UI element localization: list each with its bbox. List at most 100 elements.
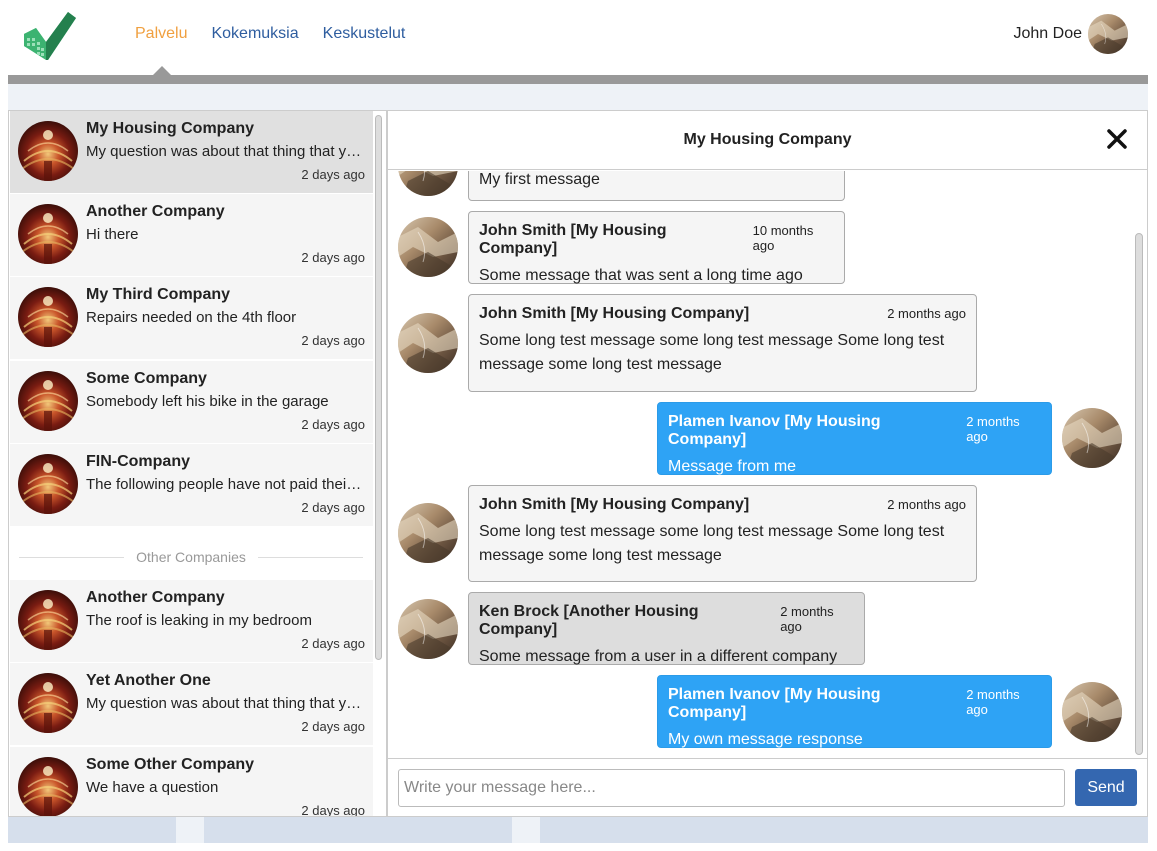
conversation-name: My Housing Company	[86, 120, 255, 137]
conversation-item[interactable]: FIN-Company The following people have no…	[10, 444, 373, 527]
header-bar	[8, 75, 1148, 84]
main-nav: Palvelu Kokemuksia Keskustelut	[135, 25, 429, 43]
my-message-bubble: Plamen Ivanov [My Housing Company] 2 mon…	[657, 675, 1052, 748]
avatar	[18, 204, 78, 264]
avatar	[398, 503, 458, 563]
send-button[interactable]: Send	[1075, 769, 1137, 806]
avatar	[398, 217, 458, 277]
conversation-item[interactable]: Another Company The roof is leaking in m…	[10, 580, 373, 663]
message-bubble: John Smith [My Housing Company] 2 months…	[468, 294, 977, 392]
conversation-name: Some Company	[86, 370, 207, 387]
nav-kokemuksia[interactable]: Kokemuksia	[211, 25, 298, 43]
chat-title: My Housing Company	[683, 131, 852, 148]
conversation-item[interactable]: Some Other Company We have a question 2 …	[10, 747, 373, 817]
message-text: Some long test message some long test me…	[479, 332, 945, 373]
avatar	[18, 454, 78, 514]
conversation-time: 2 days ago	[301, 500, 365, 515]
message-text: My own message response	[668, 731, 863, 748]
conversation-preview: My question was about that thing that yo…	[86, 143, 364, 160]
checkmark-building-logo	[24, 12, 76, 60]
conversation-item[interactable]: Another Company Hi there 2 days ago	[10, 194, 373, 277]
message-time: 10 months ago	[752, 223, 814, 253]
message-scrollbar[interactable]	[1135, 233, 1143, 755]
conversation-item[interactable]: Some Company Somebody left his bike in t…	[10, 361, 373, 444]
user-name: John Doe	[1013, 25, 1083, 42]
nav-keskustelut[interactable]: Keskustelut	[323, 25, 406, 43]
footer-segment	[176, 817, 204, 843]
conversation-time: 2 days ago	[301, 250, 365, 265]
logo[interactable]	[22, 6, 78, 64]
avatar	[398, 599, 458, 659]
chat-header: My Housing Company	[388, 111, 1147, 170]
message-text: Some message from a user in a different …	[479, 648, 838, 665]
footer-band	[8, 817, 1148, 843]
conversation-preview: Hi there	[86, 226, 139, 243]
conversation-name: Another Company	[86, 589, 225, 606]
conversation-time: 2 days ago	[301, 803, 365, 817]
conversation-time: 2 days ago	[301, 719, 365, 734]
avatar[interactable]	[1088, 14, 1128, 54]
avatar	[18, 590, 78, 650]
message-author: John Smith [My Housing Company]	[479, 496, 750, 513]
conversation-preview: Somebody left his bike in the garage	[86, 393, 329, 410]
conversation-item[interactable]: My Housing Company My question was about…	[10, 111, 373, 194]
conversation-preview: Repairs needed on the 4th floor	[86, 309, 297, 326]
user-menu[interactable]: John Doe	[1014, 14, 1129, 54]
message-bubble: John Smith [My Housing Company] 2 months…	[468, 485, 977, 582]
message-composer: Send	[388, 758, 1147, 816]
footer-segment	[512, 817, 540, 843]
nav-palvelu[interactable]: Palvelu	[135, 25, 187, 43]
avatar	[18, 121, 78, 181]
conversation-name: Yet Another One	[86, 672, 211, 689]
conversation-name: FIN-Company	[86, 453, 190, 470]
content-band	[8, 84, 1148, 110]
conversation-name: Another Company	[86, 203, 225, 220]
list-scrollbar[interactable]	[375, 115, 382, 660]
avatar	[398, 171, 458, 196]
message-time: 2 months ago	[887, 306, 966, 321]
message-bubble: Ken Brock [Another Housing Company] 2 mo…	[468, 592, 865, 665]
avatar	[18, 673, 78, 733]
conversation-time: 2 days ago	[301, 636, 365, 651]
other-companies-label: Other Companies	[136, 549, 246, 565]
avatar	[1062, 408, 1122, 468]
message-time: 2 months ago	[780, 604, 834, 634]
conversation-time: 2 days ago	[301, 333, 365, 348]
message-time: 2 months ago	[966, 687, 1020, 717]
message-author: Plamen Ivanov [My Housing Company]	[668, 413, 881, 448]
avatar	[1062, 682, 1122, 742]
message-list: My first message John Smith [My Housing …	[388, 171, 1147, 757]
conversation-time: 2 days ago	[301, 167, 365, 182]
conversation-list: My Housing Company My question was about…	[8, 110, 387, 817]
avatar	[398, 313, 458, 373]
message-text: Some message that was sent a long time a…	[479, 267, 803, 284]
my-message-bubble: Plamen Ivanov [My Housing Company] 2 mon…	[657, 402, 1052, 475]
message-author: Plamen Ivanov [My Housing Company]	[668, 686, 881, 721]
message-author: John Smith [My Housing Company]	[479, 305, 750, 322]
conversation-name: Some Other Company	[86, 756, 255, 773]
conversation-time: 2 days ago	[301, 417, 365, 432]
message-input[interactable]	[398, 769, 1065, 807]
message-time: 2 months ago	[887, 497, 966, 512]
close-icon	[1107, 129, 1127, 149]
message-text: Some long test message some long test me…	[479, 523, 945, 564]
close-button[interactable]	[1105, 127, 1129, 151]
conversation-item[interactable]: Yet Another One My question was about th…	[10, 663, 373, 746]
conversation-preview: My question was about that thing that yo…	[86, 695, 364, 712]
message-author: John Smith [My Housing Company]	[479, 222, 667, 257]
message-time: 2 months ago	[966, 414, 1020, 444]
chat-panel: My Housing Company My first message John…	[387, 110, 1148, 817]
conversation-name: My Third Company	[86, 286, 231, 303]
message-text: Message from me	[668, 458, 797, 475]
conversation-preview: The roof is leaking in my bedroom	[86, 612, 312, 629]
message-bubble: John Smith [My Housing Company] 10 month…	[468, 211, 845, 284]
message-author: Ken Brock [Another Housing Company]	[479, 603, 699, 638]
other-companies-divider: Other Companies	[19, 547, 363, 567]
conversation-preview: The following people have not paid their…	[86, 476, 364, 493]
conversation-item[interactable]: My Third Company Repairs needed on the 4…	[10, 277, 373, 360]
message-bubble: My first message	[468, 171, 845, 201]
conversation-preview: We have a question	[86, 779, 219, 796]
avatar	[18, 371, 78, 431]
avatar	[18, 757, 78, 817]
avatar	[18, 287, 78, 347]
